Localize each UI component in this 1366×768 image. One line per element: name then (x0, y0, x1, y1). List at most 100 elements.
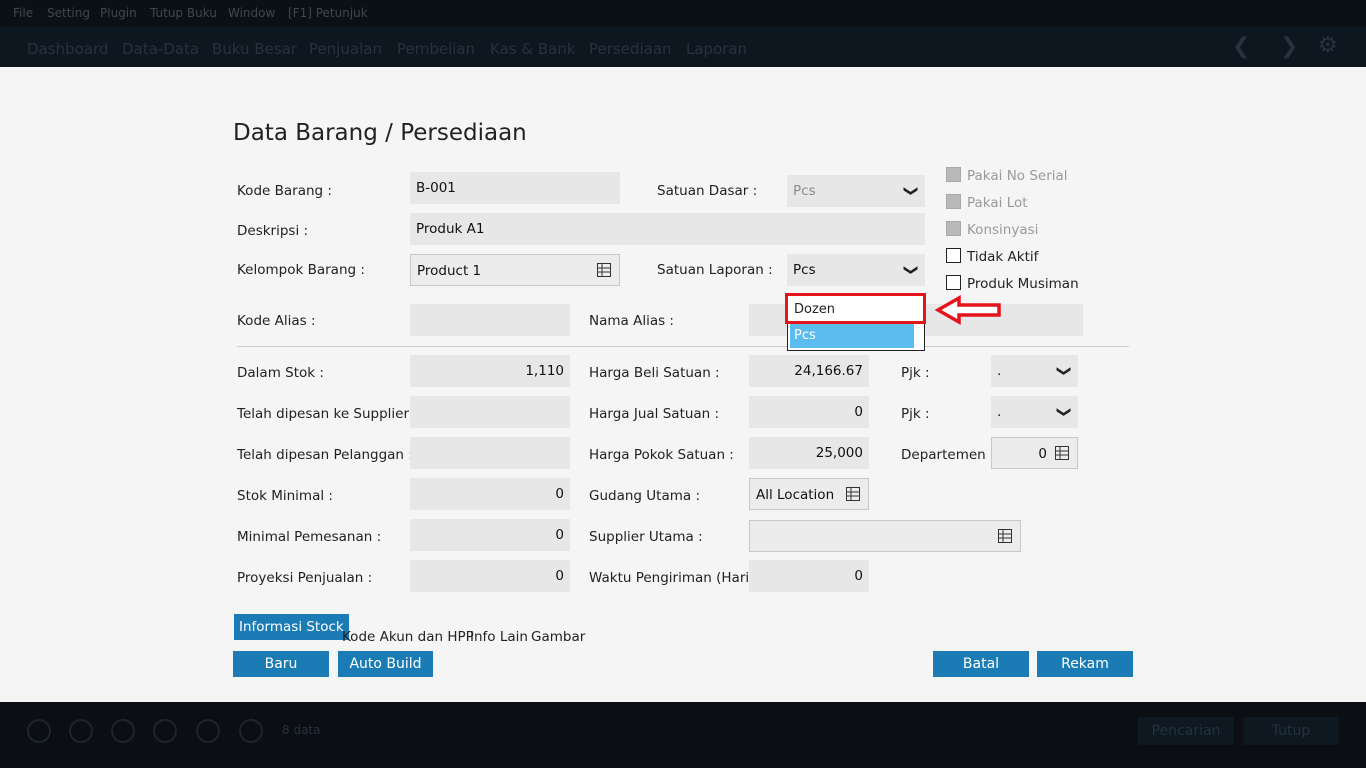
waktu-pengiriman-label: Waktu Pengiriman (Hari) : (589, 570, 764, 586)
harga-jual-input[interactable]: 0 (749, 396, 869, 428)
refresh-icon[interactable] (153, 719, 177, 743)
annotation-highlight-box (785, 293, 926, 324)
item-dialog: Data Barang / Persediaan Kode Barang : B… (0, 67, 1366, 702)
nav-buku-besar[interactable]: Buku Besar (212, 40, 297, 58)
auto-build-button[interactable]: Auto Build (338, 651, 433, 677)
chevron-right-icon[interactable]: ❯ (1280, 34, 1298, 59)
chevron-left-icon[interactable]: ❮ (1232, 34, 1250, 59)
menu-petunjuk[interactable]: [F1] Petunjuk (288, 6, 368, 20)
checkbox-konsinyasi (946, 221, 961, 236)
tab-kode-akun-hpp[interactable]: Kode Akun dan HPP (342, 629, 474, 645)
tab-gambar[interactable]: Gambar (531, 629, 585, 645)
dipesan-pelanggan-input[interactable] (410, 437, 570, 469)
nav-data-data[interactable]: Data-Data (122, 40, 199, 58)
dalam-stok-label: Dalam Stok : (237, 365, 324, 381)
kode-barang-input[interactable]: B-001 (410, 172, 620, 204)
menu-setting[interactable]: Setting (47, 6, 90, 20)
sync-icon[interactable] (239, 719, 263, 743)
menu-bar: File Setting Plugin Tutup Buku Window [F… (0, 0, 1366, 26)
kode-barang-label: Kode Barang : (237, 183, 332, 199)
deskripsi-input[interactable]: Produk A1 (410, 213, 925, 245)
kelompok-barang-input[interactable]: Product 1 (410, 254, 620, 286)
pjk-2-label: Pjk : (901, 406, 930, 422)
annotation-arrow-icon (935, 295, 1001, 325)
menu-plugin[interactable]: Plugin (100, 6, 137, 20)
list-icon[interactable] (998, 529, 1012, 543)
kelompok-barang-value: Product 1 (417, 263, 482, 279)
deskripsi-label: Deskripsi : (237, 223, 309, 239)
satuan-dasar-value: Pcs (793, 183, 816, 199)
supplier-utama-input[interactable] (749, 520, 1021, 552)
satuan-laporan-select[interactable]: Pcs ❯ (787, 254, 925, 286)
list-icon[interactable] (1055, 446, 1069, 460)
add-icon[interactable] (27, 719, 51, 743)
nav-persediaan[interactable]: Persediaan (589, 40, 672, 58)
minimal-pemesanan-label: Minimal Pemesanan : (237, 529, 382, 545)
konsinyasi-label: Konsinyasi (967, 222, 1039, 238)
satuan-dasar-select[interactable]: Pcs ❯ (787, 175, 925, 207)
nav-dashboard[interactable]: Dashboard (27, 40, 108, 58)
minimal-pemesanan-input[interactable]: 0 (410, 519, 570, 551)
tutup-button[interactable]: Tutup (1243, 717, 1339, 745)
chevron-down-icon: ❯ (903, 185, 920, 197)
record-count: 8 data (282, 723, 321, 737)
download-icon[interactable] (196, 719, 220, 743)
pakai-no-serial-label: Pakai No Serial (967, 168, 1068, 184)
tidak-aktif-label: Tidak Aktif (967, 249, 1039, 265)
baru-button[interactable]: Baru (233, 651, 329, 677)
dalam-stok-input[interactable]: 1,110 (410, 355, 570, 387)
list-icon[interactable] (846, 487, 860, 501)
menu-window[interactable]: Window (228, 6, 275, 20)
satuan-laporan-label: Satuan Laporan : (657, 262, 773, 278)
checkbox-pakai-no-serial (946, 167, 961, 182)
chevron-down-icon: ❯ (1056, 406, 1073, 418)
stok-minimal-input[interactable]: 0 (410, 478, 570, 510)
gudang-utama-value: All Location (756, 487, 835, 503)
harga-jual-label: Harga Jual Satuan : (589, 406, 720, 422)
dropdown-option-pcs[interactable]: Pcs (790, 324, 914, 348)
kelompok-barang-label: Kelompok Barang : (237, 262, 365, 278)
checkbox-tidak-aktif[interactable] (946, 248, 961, 263)
departemen-label: Departemen : (901, 447, 995, 463)
checkbox-pakai-lot (946, 194, 961, 209)
rekam-button[interactable]: Rekam (1037, 651, 1133, 677)
pakai-lot-label: Pakai Lot (967, 195, 1028, 211)
batal-button[interactable]: Batal (933, 651, 1029, 677)
nav-laporan[interactable]: Laporan (686, 40, 747, 58)
harga-beli-input[interactable]: 24,166.67 (749, 355, 869, 387)
checkbox-produk-musiman[interactable] (946, 275, 961, 290)
satuan-laporan-value: Pcs (793, 262, 816, 278)
tab-info-lain[interactable]: Info Lain (470, 629, 528, 645)
menu-tutup-buku[interactable]: Tutup Buku (150, 6, 217, 20)
produk-musiman-label: Produk Musiman (967, 276, 1079, 292)
list-icon[interactable] (597, 263, 611, 277)
nav-pembelian[interactable]: Pembelian (397, 40, 475, 58)
section-divider (237, 346, 1129, 347)
harga-pokok-input[interactable]: 25,000 (749, 437, 869, 469)
kode-alias-label: Kode Alias : (237, 313, 316, 329)
pjk-2-select[interactable]: . ❯ (991, 396, 1078, 428)
kode-alias-input[interactable] (410, 304, 570, 336)
menu-file[interactable]: File (13, 6, 33, 20)
proyeksi-penjualan-input[interactable]: 0 (410, 560, 570, 592)
dipesan-pelanggan-label: Telah dipesan Pelanggan : (237, 447, 413, 463)
bottom-toolbar: 8 data Pencarian Tutup (0, 702, 1366, 768)
delete-icon[interactable] (111, 719, 135, 743)
nav-kas-bank[interactable]: Kas & Bank (490, 40, 576, 58)
tab-informasi-stock[interactable]: Informasi Stock (234, 614, 349, 640)
gudang-utama-input[interactable]: All Location (749, 478, 869, 510)
departemen-input[interactable]: 0 (991, 437, 1078, 469)
waktu-pengiriman-input[interactable]: 0 (749, 560, 869, 592)
gear-icon[interactable]: ⚙ (1318, 33, 1338, 58)
dipesan-supplier-input[interactable] (410, 396, 570, 428)
pjk-2-value: . (997, 404, 1002, 420)
nav-penjualan[interactable]: Penjualan (309, 40, 382, 58)
harga-pokok-label: Harga Pokok Satuan : (589, 447, 734, 463)
pjk-1-select[interactable]: . ❯ (991, 355, 1078, 387)
harga-beli-label: Harga Beli Satuan : (589, 365, 720, 381)
edit-icon[interactable] (69, 719, 93, 743)
chevron-down-icon: ❯ (1056, 365, 1073, 377)
proyeksi-penjualan-label: Proyeksi Penjualan : (237, 570, 373, 586)
dipesan-supplier-label: Telah dipesan ke Supplier : (237, 406, 418, 422)
pencarian-button[interactable]: Pencarian (1138, 717, 1234, 745)
